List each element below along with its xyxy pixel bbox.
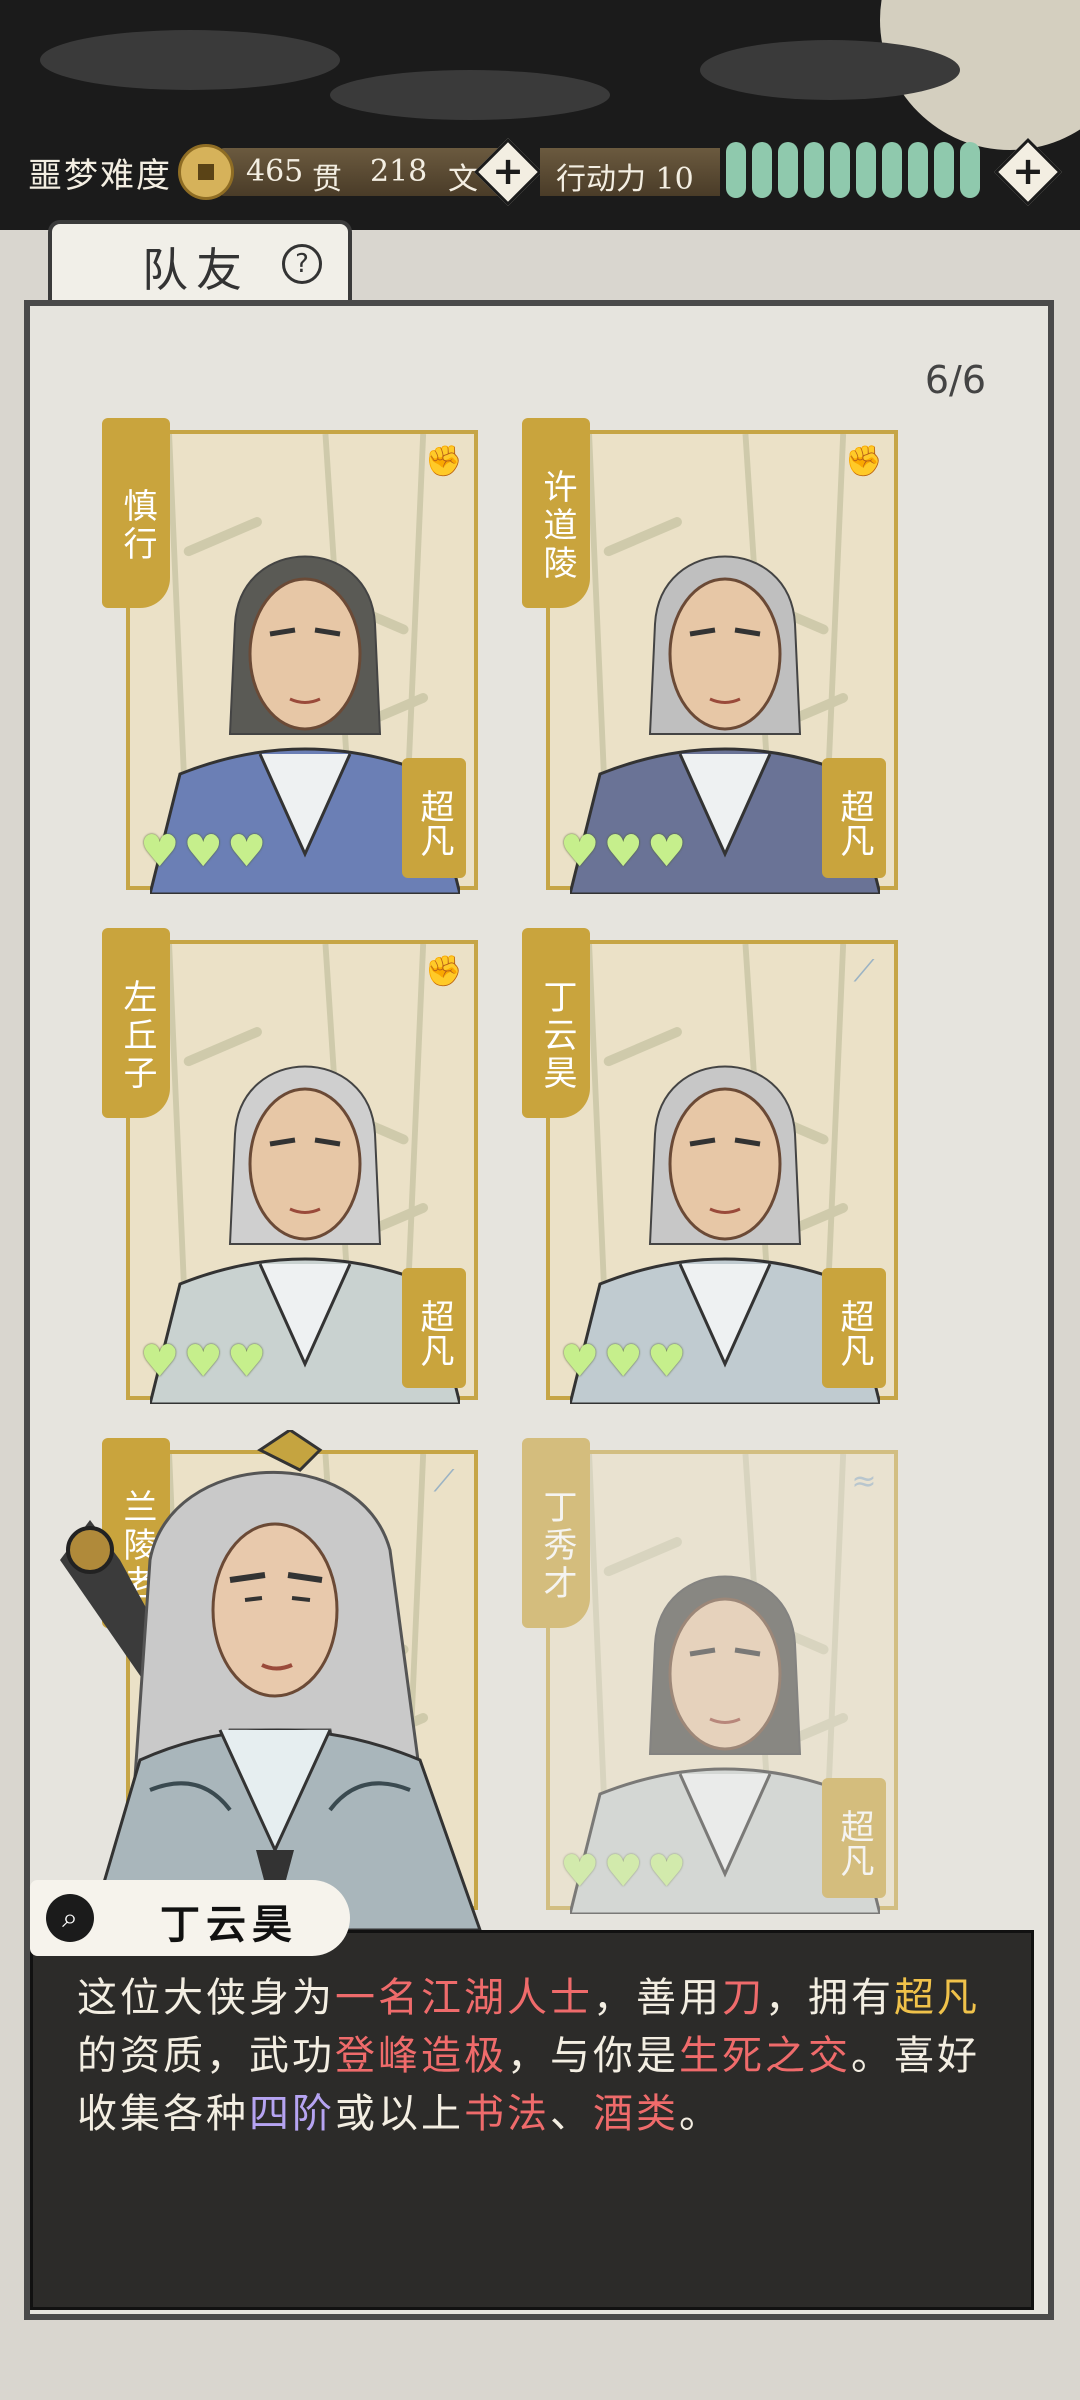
action-pip (830, 142, 850, 198)
heart-icon: ♥ (603, 1846, 643, 1897)
guan-unit: 贯 (312, 162, 342, 197)
search-icon[interactable]: ⌕ (46, 1894, 94, 1942)
action-pip (934, 142, 954, 198)
cloud-decoration (700, 40, 960, 100)
description-segment: 超凡 (894, 1975, 980, 2021)
description-segment: ，拥有 (765, 1975, 894, 2021)
tab-teammates[interactable]: 队友 ? (48, 220, 352, 300)
action-pip (856, 142, 876, 198)
difficulty-label: 噩梦难度 (28, 156, 172, 196)
team-count: 6/6 (924, 358, 986, 402)
heart-icon: ♥ (140, 1336, 180, 1387)
description-segment: 或以上 (335, 2091, 464, 2137)
brush-icon: ≈ (851, 1464, 877, 1499)
action-pip (804, 142, 824, 198)
coin-icon (178, 144, 234, 200)
speaker-name: 丁云昊 (160, 1901, 298, 1948)
character-name: 许道陵 (522, 418, 590, 608)
selected-character-portrait (60, 1430, 482, 1930)
affection-hearts: ♥ ♥ ♥ (140, 828, 266, 876)
fist-icon: ✊ (425, 444, 463, 479)
teammate-card[interactable]: 慎行 ✊ 超凡 ♥ ♥ ♥ (102, 418, 478, 894)
description-segment: 酒类 (593, 2091, 679, 2137)
description-segment: 这位大侠身为 (77, 1975, 335, 2021)
teammate-card[interactable]: 左丘子 ✊ 超凡 ♥ ♥ ♥ (102, 928, 478, 1404)
wen-unit: 文 (448, 162, 478, 197)
wen-value: 218 (370, 154, 428, 189)
character-name: 慎行 (102, 418, 170, 608)
heart-icon: ♥ (560, 1846, 600, 1897)
description-segment: 的资质，武功 (77, 2033, 335, 2079)
cloud-decoration (330, 70, 610, 120)
description-dialog: 这位大侠身为一名江湖人士，善用刀，拥有超凡的资质，武功登峰造极，与你是生死之交。… (30, 1930, 1034, 2310)
rank-badge: 超凡 (822, 1268, 886, 1388)
description-segment: 生死之交 (679, 2033, 851, 2079)
teammate-card[interactable]: 丁秀才 ≈ 超凡 ♥ ♥ ♥ (522, 1438, 898, 1914)
heart-icon: ♥ (646, 1846, 687, 1897)
description-segment: 一名江湖人士 (335, 1975, 593, 2021)
action-label: 行动力 (556, 162, 646, 197)
plus-icon: + (492, 149, 524, 193)
help-icon[interactable]: ? (282, 244, 322, 284)
heart-icon: ♥ (560, 826, 600, 877)
action-pip (726, 142, 746, 198)
action-points-bar: 行动力 10 (540, 148, 720, 198)
heart-icon: ♥ (183, 1336, 223, 1387)
teammate-card[interactable]: 丁云昊 ⟋ 超凡 ♥ ♥ ♥ (522, 928, 898, 1404)
guan-value: 465 (246, 154, 304, 189)
description-segment: ，与你是 (507, 2033, 679, 2079)
heart-icon: ♥ (140, 826, 180, 877)
description-segment: 刀 (722, 1975, 765, 2021)
character-name: 左丘子 (102, 928, 170, 1118)
description-segment: 四阶 (249, 2091, 335, 2137)
description-segment: 。 (679, 2091, 722, 2137)
action-pip (882, 142, 902, 198)
affection-hearts: ♥ ♥ ♥ (560, 1338, 686, 1386)
money-bar: 465 贯 218 文 (220, 148, 515, 197)
tab-label: 队友 (142, 243, 250, 297)
rank-badge: 超凡 (402, 1268, 466, 1388)
add-action-button[interactable]: + (994, 138, 1062, 206)
fist-icon: ✊ (845, 444, 883, 479)
rank-badge: 超凡 (402, 758, 466, 878)
heart-icon: ♥ (183, 826, 223, 877)
affection-hearts: ♥ ♥ ♥ (560, 828, 686, 876)
action-pip (778, 142, 798, 198)
description-segment: 书法 (464, 2091, 550, 2137)
heart-icon: ♥ (560, 1336, 600, 1387)
teammate-card[interactable]: 许道陵 ✊ 超凡 ♥ ♥ ♥ (522, 418, 898, 894)
rank-badge: 超凡 (822, 1778, 886, 1898)
action-value: 10 (655, 162, 694, 197)
rank-badge: 超凡 (822, 758, 886, 878)
heart-icon: ♥ (646, 1336, 687, 1387)
plus-icon: + (1012, 149, 1044, 193)
action-label-group: 行动力 10 (556, 154, 694, 198)
action-pip (908, 142, 928, 198)
action-pips (726, 142, 980, 202)
description-segment: 登峰造极 (335, 2033, 507, 2079)
heart-icon: ♥ (646, 826, 687, 877)
heart-icon: ♥ (226, 826, 267, 877)
description-text: 这位大侠身为一名江湖人士，善用刀，拥有超凡的资质，武功登峰造极，与你是生死之交。… (77, 1969, 997, 2143)
affection-hearts: ♥ ♥ ♥ (560, 1848, 686, 1896)
character-name: 丁云昊 (522, 928, 590, 1118)
hud: 噩梦难度 465 贯 218 文 + 行动力 10 + (0, 138, 1080, 206)
heart-icon: ♥ (603, 1336, 643, 1387)
description-segment: ，善用 (593, 1975, 722, 2021)
description-segment: 、 (550, 2091, 593, 2137)
blade-icon: ⟋ (853, 954, 875, 989)
heart-icon: ♥ (226, 1336, 267, 1387)
speaker-name-plate: ⌕ 丁云昊 (30, 1880, 350, 1956)
action-pip (752, 142, 772, 198)
fist-icon: ✊ (425, 954, 463, 989)
action-pip (960, 142, 980, 198)
cloud-decoration (40, 30, 340, 90)
heart-icon: ♥ (603, 826, 643, 877)
top-bar: 噩梦难度 465 贯 218 文 + 行动力 10 + (0, 0, 1080, 230)
affection-hearts: ♥ ♥ ♥ (140, 1338, 266, 1386)
